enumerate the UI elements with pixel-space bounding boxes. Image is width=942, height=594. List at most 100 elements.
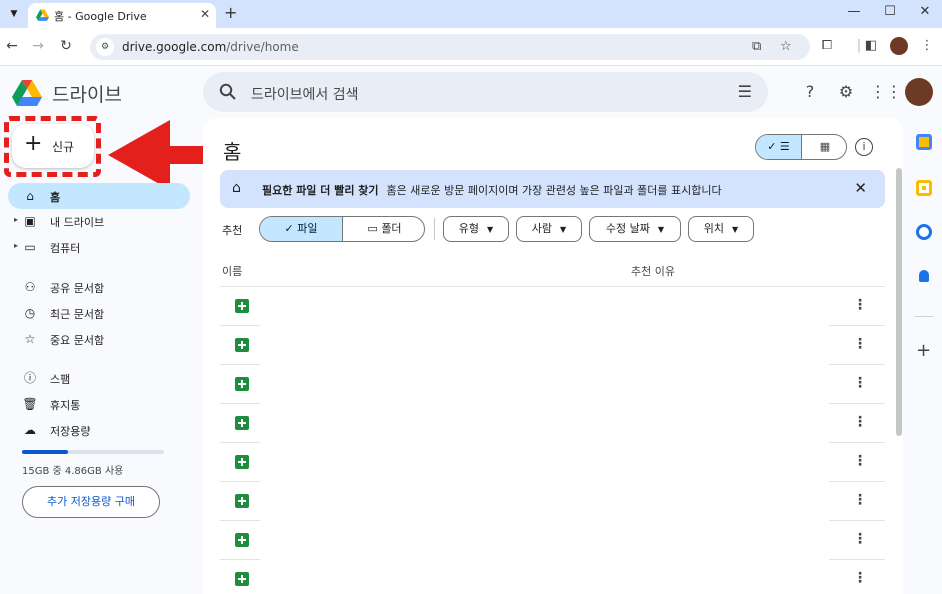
sidebar-item-label: 컴퓨터 <box>50 242 81 255</box>
search-options-icon[interactable]: ☰ <box>738 82 752 101</box>
address-bar: ← → ↻ ⚙ drive.google.com/drive/home ⧉ ☆ … <box>0 28 942 66</box>
expand-caret-icon[interactable]: ▸ <box>14 215 18 224</box>
account-avatar[interactable] <box>905 78 933 106</box>
location-filter-chip[interactable]: 위치 ▼ <box>688 216 754 242</box>
scrollbar-thumb[interactable] <box>896 168 902 436</box>
my-drive-icon: ▣ <box>24 214 36 228</box>
file-row[interactable]: ⋮ <box>220 287 885 326</box>
spam-icon: ⓘ <box>23 371 36 385</box>
browser-tab-strip: ▼ 홈 - Google Drive ✕ + — ☐ ✕ <box>0 0 942 28</box>
browser-tab[interactable]: 홈 - Google Drive ✕ <box>28 3 216 28</box>
more-actions-icon[interactable]: ⋮ <box>853 531 867 547</box>
file-row[interactable]: ⋮ <box>220 482 885 521</box>
side-panel-icon[interactable]: ◧ <box>862 38 880 53</box>
side-panel-divider <box>914 316 934 317</box>
page-title: 홈 <box>223 140 242 164</box>
column-header-name[interactable]: 이름 <box>222 263 242 279</box>
sidebar-item-my-drive[interactable]: ▸ ▣ 내 드라이브 <box>8 208 190 234</box>
minimize-icon[interactable]: — <box>844 4 864 19</box>
sidebar-item-label: 공유 문서함 <box>50 282 105 295</box>
install-app-icon[interactable]: ⧉ <box>752 39 761 54</box>
file-row[interactable]: ⋮ <box>220 365 885 404</box>
storage-usage-text: 15GB 중 4.86GB 사용 <box>22 466 124 477</box>
files-segment-button[interactable]: ✓ 파일 <box>260 217 343 241</box>
search-input[interactable]: 드라이브에서 검색 <box>251 84 359 104</box>
add-addon-icon[interactable]: + <box>916 340 931 361</box>
column-header-reason: 추천 이유 <box>631 265 675 278</box>
sidebar-item-recent[interactable]: ◷ 최근 문서함 <box>8 300 190 326</box>
sidebar-item-trash[interactable]: 🗑 휴지통 <box>8 391 190 417</box>
files-folders-segment: ✓ 파일 ▭ 폴더 <box>259 216 425 242</box>
people-filter-chip[interactable]: 사람 ▼ <box>516 216 582 242</box>
maximize-icon[interactable]: ☐ <box>880 4 900 19</box>
new-tab-icon[interactable]: + <box>224 3 237 22</box>
shared-icon: ⚇ <box>24 280 36 294</box>
url-path: /drive/home <box>226 40 299 54</box>
back-icon[interactable]: ← <box>4 38 20 54</box>
details-info-icon[interactable]: i <box>855 138 873 156</box>
contacts-app-icon[interactable] <box>919 270 929 282</box>
expand-caret-icon[interactable]: ▸ <box>14 241 18 250</box>
sidebar-item-spam[interactable]: ⓘ 스팸 <box>8 365 190 391</box>
folder-icon: ▭ <box>367 222 382 235</box>
sidebar-item-label: 홈 <box>50 191 61 204</box>
url-text: drive.google.com/drive/home <box>122 40 299 54</box>
omnibox[interactable]: ⚙ drive.google.com/drive/home ⧉ ☆ <box>90 34 810 60</box>
list-view-icon[interactable]: ✓ ☰ <box>756 135 802 159</box>
more-actions-icon[interactable]: ⋮ <box>853 492 867 508</box>
more-actions-icon[interactable]: ⋮ <box>853 375 867 391</box>
bookmark-star-icon[interactable]: ☆ <box>780 39 792 54</box>
browser-profile-avatar[interactable] <box>890 37 908 55</box>
tab-close-icon[interactable]: ✕ <box>200 7 210 21</box>
file-row[interactable]: ⋮ <box>220 560 885 594</box>
banner-close-icon[interactable]: ✕ <box>854 179 867 197</box>
more-actions-icon[interactable]: ⋮ <box>853 297 867 313</box>
sheets-file-icon <box>235 338 249 352</box>
file-row[interactable]: ⋮ <box>220 326 885 365</box>
sidebar-item-storage[interactable]: ☁ 저장용량 <box>8 417 190 443</box>
settings-gear-icon[interactable]: ⚙ <box>836 82 856 102</box>
star-icon: ☆ <box>24 332 36 346</box>
sidebar-item-starred[interactable]: ☆ 중요 문서함 <box>8 326 190 352</box>
more-actions-icon[interactable]: ⋮ <box>853 336 867 352</box>
site-info-icon[interactable]: ⚙ <box>96 38 114 56</box>
chip-label: 유형 <box>458 222 480 235</box>
calendar-app-icon[interactable] <box>916 134 932 150</box>
file-row[interactable]: ⋮ <box>220 404 885 443</box>
more-actions-icon[interactable]: ⋮ <box>853 570 867 586</box>
folders-label: 폴더 <box>381 222 402 235</box>
suggested-label: 추천 <box>222 224 243 237</box>
sidebar-item-shared[interactable]: ⚇ 공유 문서함 <box>8 274 190 300</box>
more-actions-icon[interactable]: ⋮ <box>853 453 867 469</box>
extensions-icon[interactable]: ⧠ <box>818 38 836 53</box>
info-banner: ⌂ 필요한 파일 더 빨리 찾기 홈은 새로운 방문 페이지이며 가장 관련성 높… <box>220 170 885 208</box>
tasks-app-icon[interactable] <box>916 224 932 240</box>
drive-favicon-icon <box>36 9 49 21</box>
sidebar-item-computers[interactable]: ▸ ▭ 컴퓨터 <box>8 234 190 260</box>
apps-grid-icon[interactable]: ⋮⋮ <box>870 82 902 102</box>
tab-title: 홈 - Google Drive <box>54 10 147 23</box>
tab-search-chevron-icon[interactable]: ▼ <box>6 6 22 22</box>
help-icon[interactable]: ? <box>800 82 820 102</box>
sheets-file-icon <box>235 572 249 586</box>
view-toggle: ✓ ☰ ▦ <box>755 134 847 160</box>
sheets-file-icon <box>235 494 249 508</box>
type-filter-chip[interactable]: 유형 ▼ <box>443 216 509 242</box>
file-row[interactable]: ⋮ <box>220 443 885 482</box>
file-row[interactable]: ⋮ <box>220 521 885 560</box>
search-bar[interactable]: 드라이브에서 검색 ☰ <box>203 72 768 112</box>
forward-icon[interactable]: → <box>30 38 46 54</box>
folders-segment-button[interactable]: ▭ 폴더 <box>343 217 424 241</box>
window-close-icon[interactable]: ✕ <box>915 4 935 19</box>
search-icon[interactable] <box>219 83 237 101</box>
reload-icon[interactable]: ↻ <box>58 38 74 54</box>
sidebar-item-home[interactable]: ⌂ 홈 <box>8 183 190 209</box>
browser-menu-icon[interactable]: ⋮ <box>918 38 936 53</box>
modified-filter-chip[interactable]: 수정 날짜 ▼ <box>589 216 681 242</box>
sheets-file-icon <box>235 416 249 430</box>
sheets-file-icon <box>235 377 249 391</box>
grid-view-icon[interactable]: ▦ <box>802 135 846 159</box>
buy-storage-button[interactable]: 추가 저장용량 구매 <box>22 486 160 518</box>
more-actions-icon[interactable]: ⋮ <box>853 414 867 430</box>
keep-app-icon[interactable] <box>916 180 932 196</box>
